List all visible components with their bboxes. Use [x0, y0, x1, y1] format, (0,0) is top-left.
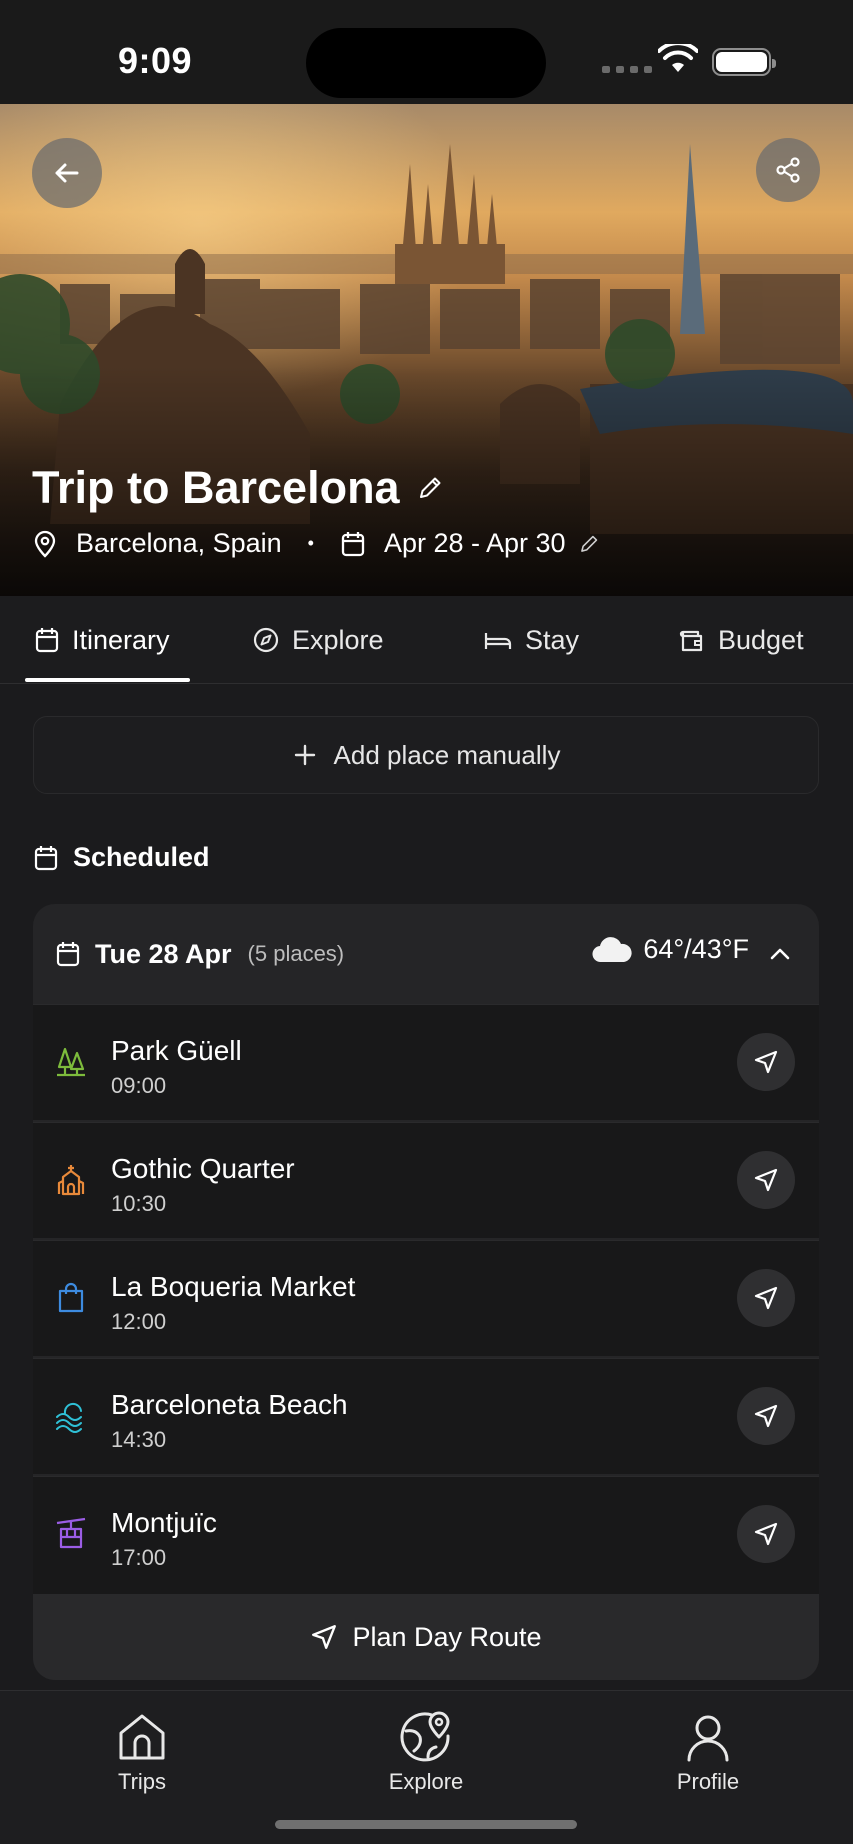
nav-profile[interactable]: Profile [638, 1711, 778, 1795]
wifi-icon [658, 44, 698, 74]
map-pin-icon [34, 530, 56, 558]
place-time: 17:00 [111, 1545, 167, 1570]
wallet-icon [679, 630, 703, 652]
meta-separator: • [307, 533, 314, 553]
pencil-icon [419, 477, 441, 498]
share-icon [776, 157, 800, 183]
day-card: Tue 28 Apr (5 places) 64°/43°F Park Güel… [33, 904, 819, 1680]
tab-budget[interactable]: Budget [678, 596, 804, 684]
place-name: Park Güell [111, 1035, 242, 1066]
tab-label: Budget [718, 624, 804, 655]
add-place-button[interactable]: Add place manually [33, 716, 819, 794]
bed-icon [484, 633, 512, 649]
calendar-icon [56, 942, 80, 967]
navigate-button[interactable] [737, 1151, 795, 1209]
nav-label: Profile [676, 1769, 740, 1794]
shopping-bag-icon [58, 1282, 84, 1313]
navigation-arrow-icon [312, 1625, 337, 1649]
navigation-arrow-icon [754, 1522, 778, 1546]
navigation-arrow-icon [754, 1286, 778, 1310]
place-name: Gothic Quarter [111, 1153, 295, 1184]
navigate-button[interactable] [737, 1269, 795, 1327]
chevron-up-icon[interactable] [769, 944, 791, 964]
list-item[interactable]: Montjuïc 17:00 [33, 1476, 819, 1594]
navigation-arrow-icon [754, 1404, 778, 1428]
share-button[interactable] [756, 138, 820, 202]
church-icon [57, 1165, 85, 1196]
tab-label: Itinerary [72, 624, 170, 655]
user-icon [687, 1715, 729, 1762]
place-name: Montjuïc [111, 1507, 217, 1538]
trees-icon [57, 1047, 85, 1077]
navigate-button[interactable] [737, 1033, 795, 1091]
nav-trips[interactable]: Trips [72, 1711, 212, 1795]
edit-dates-button[interactable] [578, 533, 600, 555]
place-time: 12:00 [111, 1309, 167, 1334]
hero-image [0, 104, 853, 596]
status-bar: 9:09 [0, 0, 853, 104]
edit-title-button[interactable] [416, 474, 444, 502]
cloud-icon [592, 936, 632, 962]
map-pin-globe-icon [400, 1711, 450, 1762]
tab-label: Stay [525, 624, 580, 655]
pencil-icon [580, 535, 597, 552]
place-time: 10:30 [111, 1191, 167, 1216]
signal-icon [602, 66, 652, 73]
scheduled-header: Scheduled [33, 842, 210, 873]
tab-explore[interactable]: Explore [252, 596, 384, 684]
place-time: 09:00 [111, 1073, 167, 1098]
waves-icon [56, 1402, 82, 1433]
status-time: 9:09 [118, 40, 193, 81]
arrow-left-icon [55, 163, 79, 183]
plan-day-route-button[interactable]: Plan Day Route [33, 1594, 819, 1680]
day-header[interactable]: Tue 28 Apr (5 places) 64°/43°F [33, 904, 819, 1004]
trip-title: Trip to Barcelona [32, 462, 400, 513]
nav-explore[interactable]: Explore [356, 1711, 496, 1795]
plan-day-route-label: Plan Day Route [352, 1621, 542, 1652]
trip-dates[interactable]: Apr 28 - Apr 30 [384, 528, 566, 559]
trip-screen: 9:09 Trip to Barcelona Barcelona, Spain … [0, 0, 853, 1844]
dynamic-island [306, 28, 546, 98]
navigate-button[interactable] [737, 1505, 795, 1563]
battery-icon [712, 48, 776, 76]
add-place-label: Add place manually [333, 739, 561, 770]
cable-car-icon [56, 1517, 86, 1549]
calendar-icon [341, 531, 365, 556]
nav-label: Explore [388, 1769, 464, 1794]
navigate-button[interactable] [737, 1387, 795, 1445]
scheduled-label: Scheduled [73, 842, 210, 872]
weather-temp: 64°/43°F [643, 934, 749, 964]
list-item[interactable]: Barceloneta Beach 14:30 [33, 1358, 819, 1474]
tab-label: Explore [292, 624, 384, 655]
list-item[interactable]: La Boqueria Market 12:00 [33, 1240, 819, 1356]
home-indicator [275, 1820, 577, 1829]
place-name: La Boqueria Market [111, 1271, 356, 1302]
nav-label: Trips [117, 1769, 167, 1794]
day-date: Tue 28 Apr [95, 938, 232, 969]
navigation-arrow-icon [754, 1050, 778, 1074]
home-icon [119, 1714, 165, 1760]
day-place-count: (5 places) [247, 941, 345, 966]
place-time: 14:30 [111, 1427, 167, 1452]
tab-itinerary[interactable]: Itinerary [34, 596, 170, 684]
plus-icon [294, 744, 315, 766]
list-item[interactable]: Gothic Quarter 10:30 [33, 1122, 819, 1238]
navigation-arrow-icon [754, 1168, 778, 1192]
trip-title-row: Trip to Barcelona [32, 462, 444, 514]
active-tab-indicator [25, 678, 190, 682]
calendar-icon [34, 845, 58, 870]
list-item[interactable]: Park Güell 09:00 [33, 1004, 819, 1120]
calendar-icon [35, 628, 59, 653]
back-button[interactable] [32, 138, 102, 208]
day-weather: 64°/43°F [591, 934, 749, 965]
place-name: Barceloneta Beach [111, 1389, 348, 1420]
trip-tabs: Itinerary Explore Stay Budget [0, 596, 853, 684]
trip-location: Barcelona, Spain [76, 528, 282, 558]
compass-icon [253, 627, 279, 653]
trip-meta: Barcelona, Spain • Apr 28 - Apr 30 [32, 528, 600, 559]
tab-stay[interactable]: Stay [483, 596, 579, 684]
